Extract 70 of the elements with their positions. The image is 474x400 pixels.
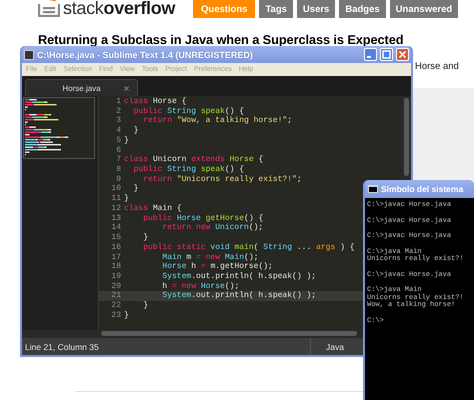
- app-icon: [24, 50, 34, 60]
- code-line: }: [142, 233, 148, 243]
- line-number: 7: [115, 155, 121, 166]
- line-number: 9: [115, 174, 121, 184]
- code-line: }: [132, 184, 138, 194]
- code-line: System.out.println( h.speak() );: [161, 272, 316, 282]
- scrollbar-thumb[interactable]: [404, 98, 409, 176]
- code-line: public Horse getHorse() {: [142, 214, 264, 223]
- maximize-icon: [382, 50, 391, 59]
- line-number: 22: [110, 301, 121, 311]
- line-number: 23: [110, 310, 121, 321]
- code-line: public String speak() {: [132, 165, 244, 175]
- close-button[interactable]: [396, 48, 409, 61]
- line-number: 14: [110, 223, 121, 234]
- line-number: 5: [115, 136, 121, 146]
- code-line: }: [142, 301, 148, 311]
- line-number: 8: [115, 165, 121, 175]
- code-line: public static void main( String ... args ) {: [142, 242, 354, 252]
- line-number: 4: [115, 126, 121, 136]
- code-line: }: [124, 194, 129, 204]
- nav-tab[interactable]: Tags: [259, 0, 293, 18]
- code-line: }: [124, 310, 129, 321]
- close-icon[interactable]: [124, 86, 129, 91]
- maximize-button[interactable]: [380, 48, 393, 61]
- line-number: 19: [110, 272, 121, 282]
- console-icon: [368, 185, 378, 193]
- code-line: class Unicorn extends Horse {: [124, 155, 264, 165]
- nav-tab[interactable]: Unanswered: [390, 0, 458, 18]
- question-title: Returning a Subclass in Java when a Superclass is Expected: [38, 32, 404, 47]
- code-line: public String speak() {: [132, 106, 244, 116]
- line-number: 10: [110, 184, 121, 194]
- code-line: Horse h = m.getHorse();: [161, 262, 273, 272]
- nav-tab[interactable]: Users: [296, 0, 336, 18]
- question-excerpt: Horse and: [415, 61, 459, 72]
- line-number: 20: [110, 282, 121, 292]
- line-number: 18: [110, 262, 121, 272]
- nav-tab[interactable]: Badges: [339, 0, 386, 18]
- window-title: C:\Horse.java - Sublime Text 1.4 (UNREGISTERED): [37, 50, 254, 60]
- minimize-button[interactable]: [364, 48, 377, 61]
- code-line: System.out.println( h.speak() );: [161, 291, 316, 302]
- line-number: 13: [110, 214, 121, 224]
- line-number: 11: [110, 194, 121, 204]
- code-line: Main m = new Main();: [161, 252, 258, 262]
- code-line: class Horse {: [124, 97, 186, 107]
- scrollbar-thumb[interactable]: [101, 331, 357, 336]
- line-number: 1: [115, 97, 121, 107]
- window-title: Símbolo del sistema: [381, 184, 464, 194]
- close-icon: [398, 50, 407, 59]
- code-line: return new Unicorn();: [161, 223, 264, 234]
- cursor-position: Line 21, Column 35: [24, 342, 100, 352]
- nav-tab[interactable]: Questions: [193, 0, 256, 18]
- syntax-label[interactable]: Java: [310, 338, 359, 355]
- code-line: return "Unicorns really exist?!";: [142, 174, 302, 184]
- code-line: return "Wow, a talking horse!";: [142, 116, 292, 126]
- line-number: 21: [110, 291, 121, 302]
- site-logo[interactable]: stackoverflow: [63, 0, 176, 19]
- line-number: 2: [115, 106, 121, 116]
- line-number: 17: [110, 252, 121, 262]
- code-line: }: [124, 136, 129, 146]
- code-line: }: [132, 126, 138, 136]
- file-tab[interactable]: Horse.java: [25, 79, 138, 96]
- line-number: 16: [110, 242, 121, 252]
- line-number: 3: [115, 116, 121, 126]
- minimap-drawing[interactable]: [23, 97, 95, 159]
- stack-logo-icon: [38, 0, 60, 17]
- line-number: 12: [110, 204, 121, 214]
- line-number: 15: [110, 233, 121, 243]
- line-number: 6: [115, 146, 121, 156]
- code-line: class Main {: [124, 204, 182, 214]
- code-line: h = new Horse();: [161, 282, 240, 291]
